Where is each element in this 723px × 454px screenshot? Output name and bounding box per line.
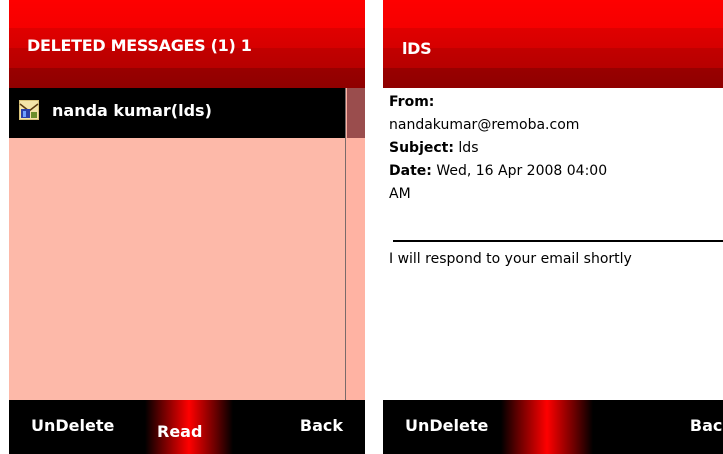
message-headers: From: nandakumar@remoba.com Subject: lds… — [389, 91, 723, 206]
header-bar: lDS — [383, 0, 723, 88]
message-body: I will respond to your email shortly — [389, 251, 632, 267]
message-sender-label: nanda kumar(lds) — [52, 101, 212, 120]
softkey-bar: UnDelete Back — [383, 400, 723, 454]
read-button-label: Read — [157, 422, 203, 441]
back-button[interactable]: Back — [300, 416, 343, 435]
date-value-continued: AM — [389, 186, 411, 202]
from-value: nandakumar@remoba.com — [389, 117, 580, 133]
page-title: lDS — [402, 39, 432, 58]
divider — [393, 240, 723, 242]
center-softkey[interactable] — [501, 400, 593, 454]
subject-label: Subject: — [389, 140, 454, 156]
back-button[interactable]: Back — [690, 416, 723, 435]
header-bar: DELETED MESSAGES (1) 1 — [9, 0, 365, 88]
mail-envelope-icon — [19, 100, 39, 120]
list-item[interactable]: nanda kumar(lds) — [9, 88, 345, 138]
from-label: From: — [389, 94, 435, 110]
softkey-bar: UnDelete Read Back — [9, 400, 365, 454]
deleted-messages-screen: DELETED MESSAGES (1) 1 nanda kumar(lds) … — [9, 0, 365, 454]
scrollbar-thumb[interactable] — [347, 88, 365, 138]
read-button[interactable]: Read — [145, 400, 233, 454]
message-detail-screen: lDS From: nandakumar@remoba.com Subject:… — [383, 0, 723, 454]
undelete-button[interactable]: UnDelete — [405, 416, 488, 435]
date-label: Date: — [389, 163, 432, 179]
subject-value: lds — [458, 140, 479, 156]
scrollbar[interactable] — [345, 88, 365, 400]
page-title: DELETED MESSAGES (1) 1 — [27, 36, 252, 55]
undelete-button[interactable]: UnDelete — [31, 416, 114, 435]
date-value: Wed, 16 Apr 2008 04:00 — [436, 163, 608, 179]
